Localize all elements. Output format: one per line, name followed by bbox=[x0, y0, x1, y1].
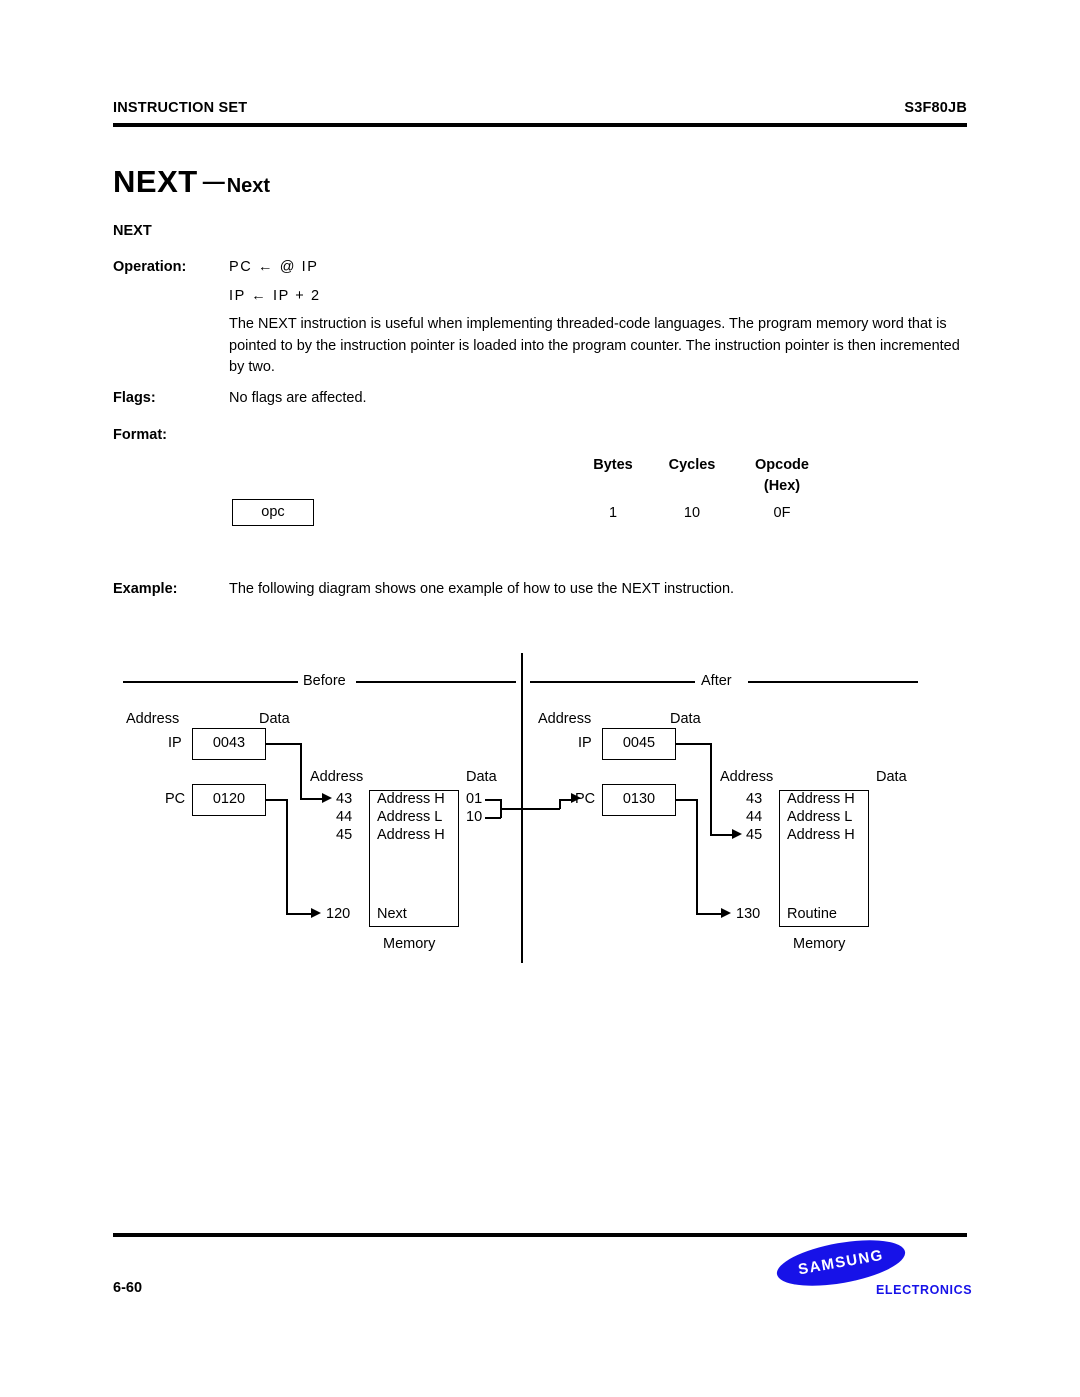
after-memory-row-address-1: 44 bbox=[746, 809, 763, 825]
example-value: The following diagram shows one example … bbox=[229, 581, 735, 597]
before-register-pc-value: 0120 bbox=[192, 784, 266, 816]
format-opcode-box: opc bbox=[232, 499, 314, 526]
before-data-wire-cross bbox=[500, 808, 560, 810]
after-ip-arrowhead-icon bbox=[732, 829, 742, 839]
after-memory-address-label: Address bbox=[720, 769, 774, 785]
before-memory-target-content: Next bbox=[377, 906, 407, 922]
after-memory-box bbox=[779, 790, 869, 927]
after-pc-wire-v bbox=[696, 799, 698, 914]
before-rule-left bbox=[123, 681, 298, 683]
page-title-dash: — bbox=[202, 169, 225, 194]
before-pc-wire-v bbox=[286, 799, 288, 914]
header-section-label: INSTRUCTION SET bbox=[113, 100, 248, 116]
operation-line-2: IP ← IP + 2 bbox=[229, 288, 321, 304]
format-header-bytes: Bytes bbox=[593, 457, 633, 473]
after-address-label: Address bbox=[538, 711, 592, 727]
format-header-opcode: Opcode bbox=[755, 457, 809, 473]
before-memory-row-data-1: 10 bbox=[466, 809, 483, 825]
header-part-number: S3F80JB bbox=[904, 100, 967, 116]
before-rule-right bbox=[356, 681, 516, 683]
format-label: Format: bbox=[113, 427, 167, 443]
before-ip-wire-v bbox=[300, 743, 302, 799]
flags-label: Flags: bbox=[113, 390, 156, 406]
after-memory-caption: Memory bbox=[793, 936, 846, 952]
example-diagram: Before After Address Data IP 0043 PC 012… bbox=[0, 0, 1080, 1397]
before-data-wire-join bbox=[500, 799, 502, 818]
after-memory-row-content-0: Address H bbox=[787, 791, 855, 807]
before-memory-row-content-0: Address H bbox=[377, 791, 445, 807]
after-memory-row-content-2: Address H bbox=[787, 827, 855, 843]
after-memory-row-content-1: Address L bbox=[787, 809, 853, 825]
operation-line-1: PC ← @ IP bbox=[229, 259, 319, 275]
after-register-ip-value: 0045 bbox=[602, 728, 676, 760]
before-data-wire-01 bbox=[485, 799, 501, 801]
after-ip-wire-v bbox=[710, 743, 712, 835]
before-memory-row-address-1: 44 bbox=[336, 809, 353, 825]
before-memory-row-content-1: Address L bbox=[377, 809, 443, 825]
after-memory-target-address: 130 bbox=[736, 906, 761, 922]
before-pc-arrowhead-icon bbox=[311, 908, 321, 918]
after-pc-wire-h bbox=[559, 799, 573, 801]
after-ip-wire-h1 bbox=[676, 743, 712, 745]
after-pc-wire-step bbox=[559, 799, 561, 809]
after-memory-row-address-0: 43 bbox=[746, 791, 763, 807]
samsung-electronics-label: ELECTRONICS bbox=[876, 1283, 973, 1297]
after-pc-target-arrowhead-icon bbox=[721, 908, 731, 918]
format-header-cycles: Cycles bbox=[668, 457, 716, 473]
after-data-label: Data bbox=[670, 711, 701, 727]
samsung-logo: SAMSUNG bbox=[773, 1232, 909, 1294]
after-pc-wire-h1 bbox=[676, 799, 698, 801]
page-number: 6-60 bbox=[113, 1280, 143, 1296]
before-memory-data-label: Data bbox=[466, 769, 497, 785]
before-memory-caption: Memory bbox=[383, 936, 436, 952]
diagram-center-divider bbox=[521, 653, 523, 963]
after-caption: After bbox=[701, 673, 732, 689]
before-memory-target-address: 120 bbox=[326, 906, 351, 922]
before-data-wire-10 bbox=[485, 817, 501, 819]
operation-description: The NEXT instruction is useful when impl… bbox=[229, 316, 960, 375]
flags-value: No flags are affected. bbox=[229, 390, 367, 406]
after-register-pc-value: 0130 bbox=[602, 784, 676, 816]
after-rule-right bbox=[748, 681, 918, 683]
before-ip-arrowhead-icon bbox=[322, 793, 332, 803]
after-memory-row-address-2: 45 bbox=[746, 827, 763, 843]
after-register-pc-label: PC bbox=[575, 791, 596, 807]
after-rule-left bbox=[530, 681, 695, 683]
format-value-opcode: 0F bbox=[773, 505, 791, 521]
before-memory-row-address-0: 43 bbox=[336, 791, 353, 807]
before-pc-wire-h2 bbox=[286, 913, 313, 915]
before-data-label: Data bbox=[259, 711, 290, 727]
before-memory-address-label: Address bbox=[310, 769, 364, 785]
before-memory-box bbox=[369, 790, 459, 927]
footer-divider bbox=[113, 1233, 967, 1237]
after-pc-wire-h2 bbox=[696, 913, 723, 915]
after-memory-target-content: Routine bbox=[787, 906, 837, 922]
after-ip-wire-h2 bbox=[710, 834, 733, 836]
before-caption: Before bbox=[303, 673, 346, 689]
format-value-cycles: 10 bbox=[683, 505, 701, 521]
before-memory-row-content-2: Address H bbox=[377, 827, 445, 843]
before-ip-wire-h1 bbox=[266, 743, 302, 745]
before-pc-wire-h1 bbox=[266, 799, 288, 801]
page-title: NEXT — Next bbox=[113, 164, 270, 200]
section-label-next: NEXT bbox=[113, 223, 152, 239]
page-title-mnemonic: NEXT bbox=[113, 164, 198, 199]
before-memory-row-data-0: 01 bbox=[466, 791, 483, 807]
after-register-ip-label: IP bbox=[578, 735, 592, 751]
format-value-bytes: 1 bbox=[608, 505, 618, 521]
header-divider bbox=[113, 123, 967, 127]
before-memory-row-address-2: 45 bbox=[336, 827, 353, 843]
before-register-ip-value: 0043 bbox=[192, 728, 266, 760]
example-label: Example: bbox=[113, 581, 178, 597]
page-title-name: Next bbox=[226, 175, 271, 197]
after-pc-arrowhead-icon bbox=[571, 793, 581, 803]
before-ip-wire-h2 bbox=[300, 798, 323, 800]
before-register-ip-label: IP bbox=[168, 735, 182, 751]
before-register-pc-label: PC bbox=[165, 791, 186, 807]
format-header-opcode-hex: (Hex) bbox=[763, 478, 801, 494]
after-memory-data-label: Data bbox=[876, 769, 907, 785]
before-address-label: Address bbox=[126, 711, 180, 727]
operation-label: Operation: bbox=[113, 259, 187, 275]
